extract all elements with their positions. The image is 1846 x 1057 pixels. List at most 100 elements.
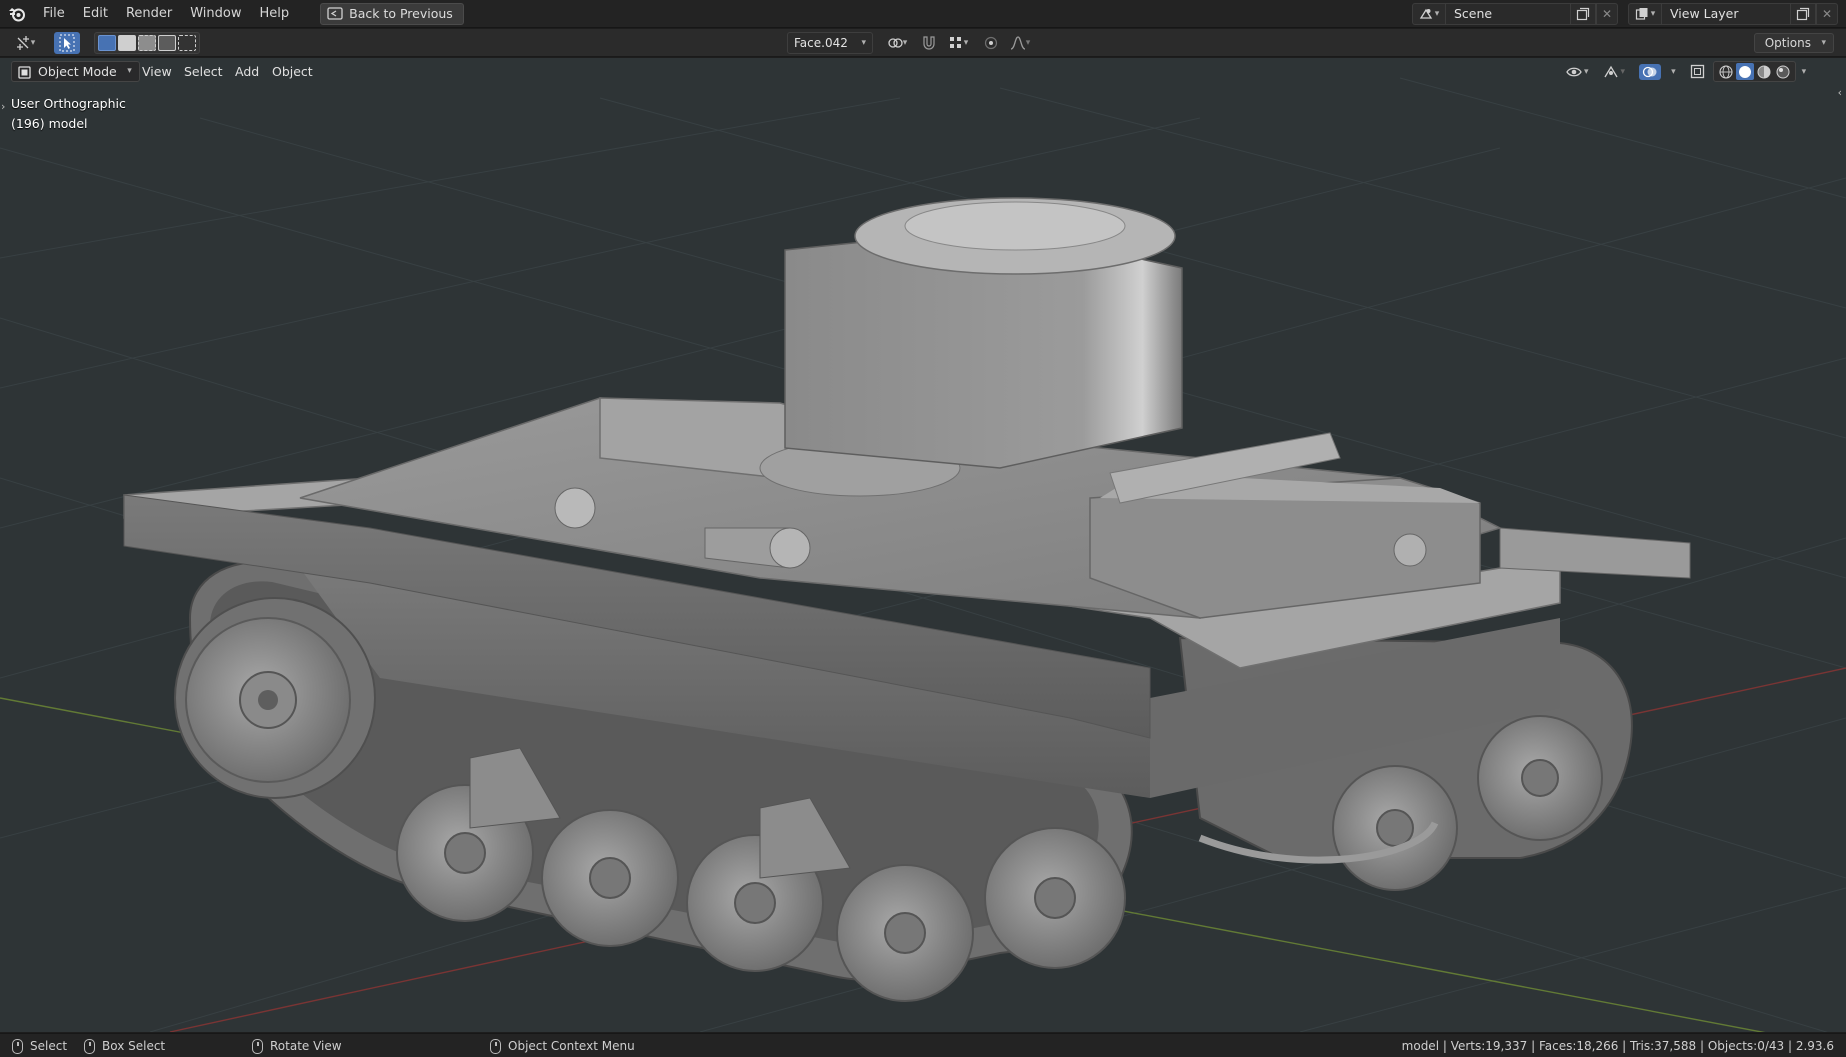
duplicate-icon — [1796, 7, 1810, 21]
gizmo-button[interactable]: ▾ — [1603, 65, 1625, 79]
object-mode-dropdown[interactable]: Object Mode ▾ — [11, 61, 140, 82]
snap-target-button[interactable]: ▾ — [942, 32, 974, 54]
viewport-header: Object Mode ▾ View Select Add Object ▾ ▾… — [0, 58, 1846, 113]
visibility-button[interactable]: ▾ — [1566, 65, 1589, 79]
3d-viewport[interactable]: Object Mode ▾ View Select Add Object ▾ ▾… — [0, 58, 1846, 1032]
view-layer-selector: ▾ View Layer ✕ — [1628, 3, 1838, 25]
tank-model[interactable] — [123, 197, 1691, 1002]
status-context-menu-hint: Object Context Menu — [490, 1034, 635, 1057]
overlays-icon — [1642, 66, 1657, 77]
select-tool-button[interactable] — [54, 32, 80, 54]
material-shading-icon[interactable] — [1755, 63, 1773, 80]
select-invert-icon[interactable] — [158, 35, 176, 51]
snap-toggle-button[interactable] — [918, 32, 940, 54]
menu-window[interactable]: Window — [181, 0, 250, 28]
screen-back-icon — [327, 7, 343, 20]
options-label: Options — [1764, 36, 1811, 50]
scene-name-field[interactable]: Scene — [1446, 3, 1570, 25]
pivot-link-icon — [888, 38, 903, 48]
new-scene-button[interactable] — [1570, 3, 1596, 25]
select-subtract-icon[interactable] — [138, 35, 156, 51]
viewport-info-overlay: User Orthographic (196) model — [11, 94, 126, 134]
status-rotate-label: Rotate View — [270, 1039, 342, 1053]
chevron-down-icon: ▾ — [1650, 9, 1656, 19]
3d-viewport-icon — [16, 36, 29, 50]
shading-options-chevron-icon[interactable]: ▾ — [1802, 67, 1807, 77]
view-layer-name-field[interactable]: View Layer — [1662, 3, 1790, 25]
status-bar: Select Box Select Rotate View Object Con… — [0, 1033, 1846, 1057]
select-new-icon[interactable] — [98, 35, 116, 51]
status-rotate-hint: Rotate View — [252, 1034, 342, 1057]
scene-browse-button[interactable]: ▾ — [1412, 3, 1446, 25]
mouse-left-icon — [12, 1038, 23, 1054]
new-view-layer-button[interactable] — [1790, 3, 1816, 25]
falloff-curve-icon — [1010, 36, 1025, 50]
wireframe-shading-icon[interactable] — [1717, 63, 1735, 80]
viewport-right-controls: ▾ ▾ ▾ ▾ — [1566, 61, 1806, 82]
options-dropdown[interactable]: Options ▾ — [1753, 33, 1834, 53]
rendered-shading-icon[interactable] — [1774, 63, 1792, 80]
status-select-label: Select — [30, 1039, 68, 1053]
proportional-edit-icon — [984, 36, 998, 50]
chevron-down-icon: ▾ — [1025, 38, 1031, 48]
select-intersect-icon[interactable] — [178, 35, 196, 51]
select-cursor-icon — [59, 34, 75, 52]
mouse-right-icon — [490, 1038, 501, 1054]
magnet-icon — [923, 36, 935, 50]
top-menu-bar: File Edit Render Window Help Back to Pre… — [0, 0, 1846, 28]
selection-mode-group — [94, 32, 200, 54]
status-context-menu-label: Object Context Menu — [508, 1039, 635, 1053]
falloff-button[interactable]: ▾ — [1004, 32, 1036, 54]
menu-help[interactable]: Help — [251, 0, 299, 28]
xray-toggle-button[interactable] — [1690, 64, 1705, 79]
status-box-select-label: Box Select — [102, 1039, 166, 1053]
viewport-menu-view[interactable]: View — [135, 61, 179, 82]
snap-increment-icon — [949, 37, 961, 48]
chevron-down-icon[interactable]: ▾ — [1671, 67, 1676, 77]
toolbar-toggle-chevron-icon[interactable]: › — [1, 100, 5, 113]
viewport-menu-add[interactable]: Add — [228, 61, 266, 82]
blender-logo-icon[interactable] — [0, 0, 34, 28]
back-to-previous-button[interactable]: Back to Previous — [320, 2, 464, 25]
view-layer-browse-button[interactable]: ▾ — [1628, 3, 1662, 25]
duplicate-icon — [1576, 7, 1590, 21]
editor-type-button[interactable]: ▾ — [8, 32, 42, 54]
select-extend-icon[interactable] — [118, 35, 136, 51]
chevron-down-icon: ▾ — [902, 38, 908, 48]
close-scene-icon[interactable]: ✕ — [1596, 3, 1618, 25]
menu-edit[interactable]: Edit — [74, 0, 117, 28]
chevron-down-icon: ▾ — [1821, 38, 1826, 48]
mouse-middle-icon — [252, 1038, 263, 1054]
eye-icon — [1566, 67, 1582, 76]
xray-icon — [1690, 64, 1704, 79]
sidebar-toggle-chevron-icon[interactable]: ‹ — [1838, 86, 1842, 99]
transform-orientation-value: Face.042 — [794, 36, 848, 50]
menu-render[interactable]: Render — [117, 0, 181, 28]
mouse-drag-icon — [84, 1038, 95, 1054]
render-layers-icon — [1635, 8, 1648, 20]
chevron-down-icon: ▾ — [1584, 66, 1589, 77]
close-view-layer-icon[interactable]: ✕ — [1816, 3, 1838, 25]
pivot-point-button[interactable]: ▾ — [882, 32, 912, 54]
chevron-down-icon: ▾ — [30, 38, 36, 48]
object-mode-label: Object Mode — [38, 64, 117, 79]
status-box-select-hint: Box Select — [84, 1034, 165, 1057]
chevron-down-icon: ▾ — [127, 66, 132, 76]
viewport-scene — [0, 77, 1846, 1032]
back-to-previous-label: Back to Previous — [349, 6, 453, 21]
menu-file[interactable]: File — [34, 0, 74, 28]
scene-statistics: model | Verts:19,337 | Faces:18,266 | Tr… — [1401, 1039, 1834, 1053]
viewport-menu-select[interactable]: Select — [177, 61, 230, 82]
overlays-button[interactable] — [1639, 63, 1662, 80]
object-mode-icon — [18, 65, 31, 84]
solid-shading-icon[interactable] — [1735, 63, 1754, 80]
status-select-hint: Select — [12, 1034, 67, 1057]
viewport-menu-object[interactable]: Object — [265, 61, 320, 82]
transform-orientation-field[interactable]: Face.042 ▾ — [787, 32, 873, 54]
chevron-down-icon: ▾ — [1434, 9, 1440, 19]
scene-selector: ▾ Scene ✕ — [1412, 3, 1618, 25]
shading-mode-group — [1712, 61, 1796, 82]
chevron-down-icon: ▾ — [963, 38, 969, 48]
object-info-label: (196) model — [11, 116, 88, 131]
proportional-edit-button[interactable] — [980, 32, 1002, 54]
